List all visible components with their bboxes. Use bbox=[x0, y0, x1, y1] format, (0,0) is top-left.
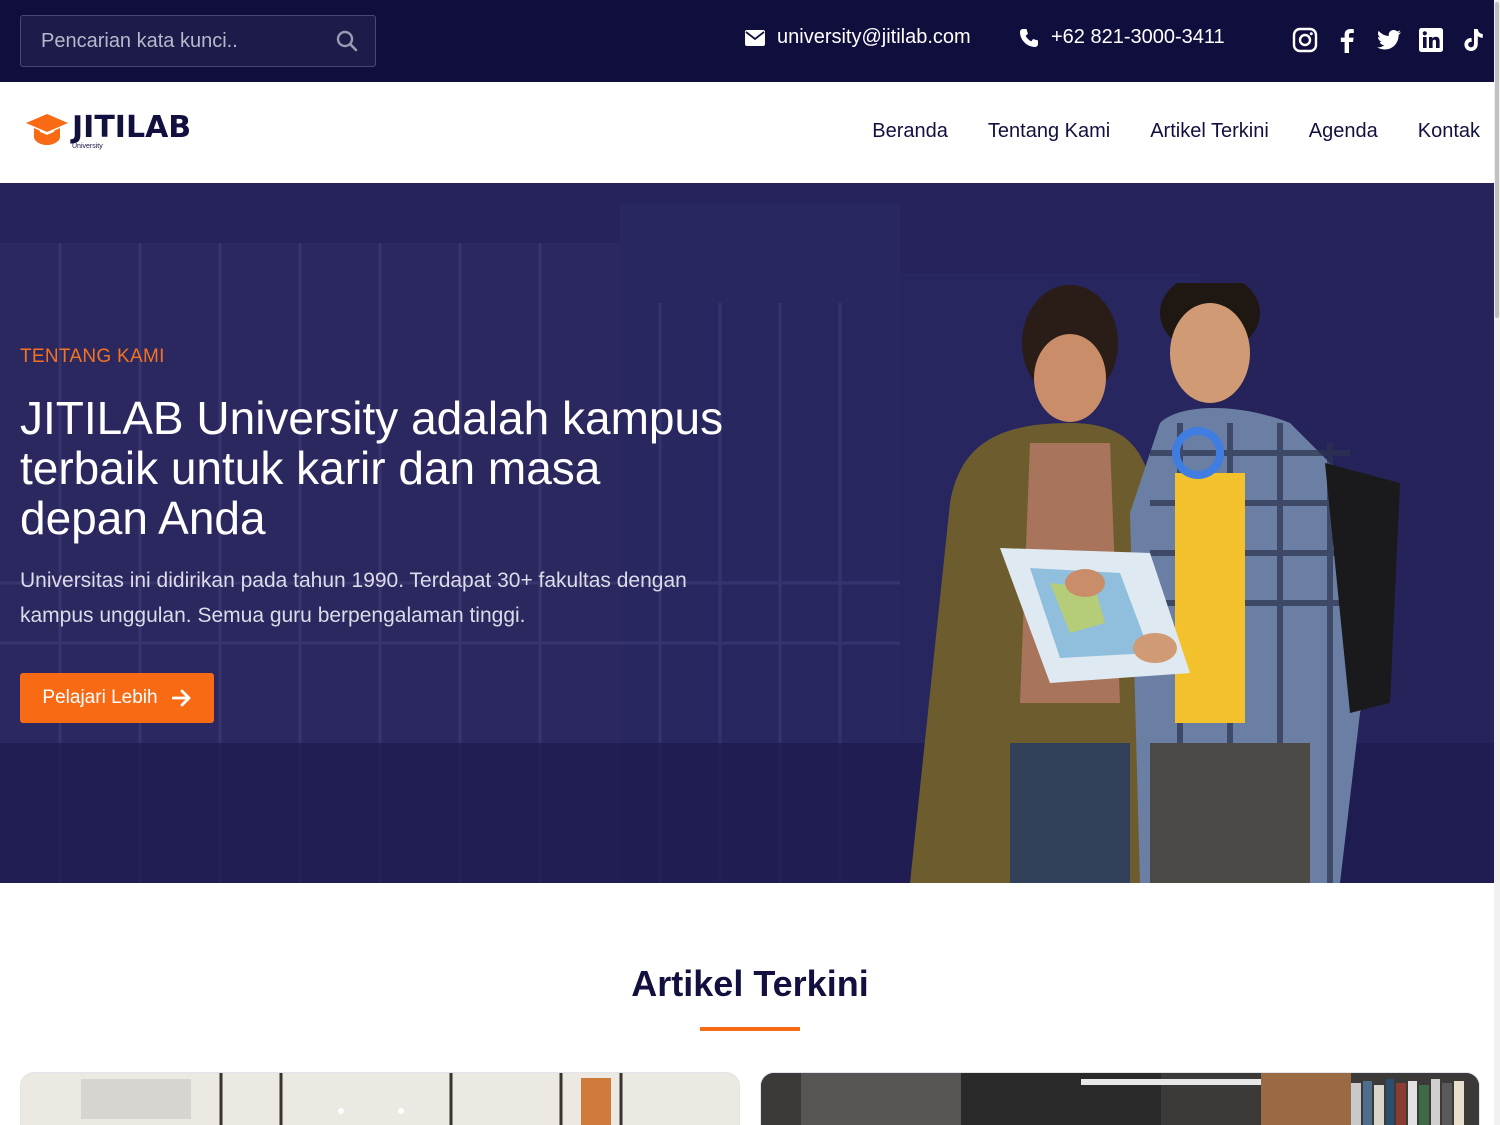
hero-title: JITILAB University adalah kampus terbaik… bbox=[20, 392, 724, 544]
arrow-right-icon bbox=[171, 689, 190, 707]
facebook-icon[interactable] bbox=[1334, 27, 1360, 53]
learn-more-button[interactable]: Pelajari Lebih bbox=[20, 673, 214, 723]
nav-item-artikel-terkini[interactable]: Artikel Terkini bbox=[1150, 120, 1269, 143]
phone-text: +62 821-3000-3411 bbox=[1051, 26, 1225, 48]
brand-tagline: University bbox=[72, 143, 103, 150]
search-input[interactable] bbox=[21, 16, 321, 66]
hero-section: TENTANG KAMI JITILAB University adalah k… bbox=[0, 183, 1500, 883]
search-box bbox=[20, 15, 376, 67]
nav-item-beranda[interactable]: Beranda bbox=[872, 120, 948, 143]
email-contact[interactable]: university@jitilab.com bbox=[745, 26, 971, 49]
envelope-icon bbox=[745, 29, 765, 46]
social-links bbox=[1292, 27, 1486, 53]
article-thumbnail bbox=[21, 1073, 739, 1125]
article-thumbnail bbox=[761, 1073, 1479, 1125]
nav-menu: Beranda Tentang Kami Artikel Terkini Age… bbox=[872, 120, 1480, 143]
page-scrollbar[interactable] bbox=[1494, 0, 1500, 1125]
title-underline bbox=[700, 1027, 800, 1031]
hero-description: Universitas ini didirikan pada tahun 199… bbox=[20, 569, 687, 627]
hero-eyebrow: TENTANG KAMI bbox=[20, 346, 165, 367]
students-photo bbox=[910, 283, 1400, 883]
brand-logo[interactable]: JITILAB University bbox=[26, 110, 216, 156]
graduation-cap-icon bbox=[26, 114, 68, 145]
brand-name: JITILAB bbox=[72, 110, 192, 145]
nav-item-agenda[interactable]: Agenda bbox=[1309, 120, 1378, 143]
phone-icon bbox=[1020, 28, 1038, 47]
twitter-icon[interactable] bbox=[1376, 27, 1402, 53]
top-bar: university@jitilab.com +62 821-3000-3411 bbox=[0, 0, 1500, 82]
phone-contact[interactable]: +62 821-3000-3411 bbox=[1019, 26, 1225, 49]
nav-item-tentang-kami[interactable]: Tentang Kami bbox=[988, 120, 1110, 143]
article-card[interactable] bbox=[20, 1072, 740, 1125]
articles-section-title: Artikel Terkini bbox=[631, 963, 869, 1004]
scrollbar-thumb[interactable] bbox=[1495, 2, 1499, 318]
search-icon[interactable] bbox=[335, 29, 359, 53]
learn-more-label: Pelajari Lebih bbox=[42, 687, 158, 708]
article-card[interactable] bbox=[760, 1072, 1480, 1125]
main-nav-bar: JITILAB University Beranda Tentang Kami … bbox=[0, 82, 1500, 183]
instagram-icon[interactable] bbox=[1292, 27, 1318, 53]
email-text: university@jitilab.com bbox=[777, 26, 971, 48]
linkedin-icon[interactable] bbox=[1418, 27, 1444, 53]
tiktok-icon[interactable] bbox=[1460, 27, 1486, 53]
nav-item-kontak[interactable]: Kontak bbox=[1418, 120, 1480, 143]
